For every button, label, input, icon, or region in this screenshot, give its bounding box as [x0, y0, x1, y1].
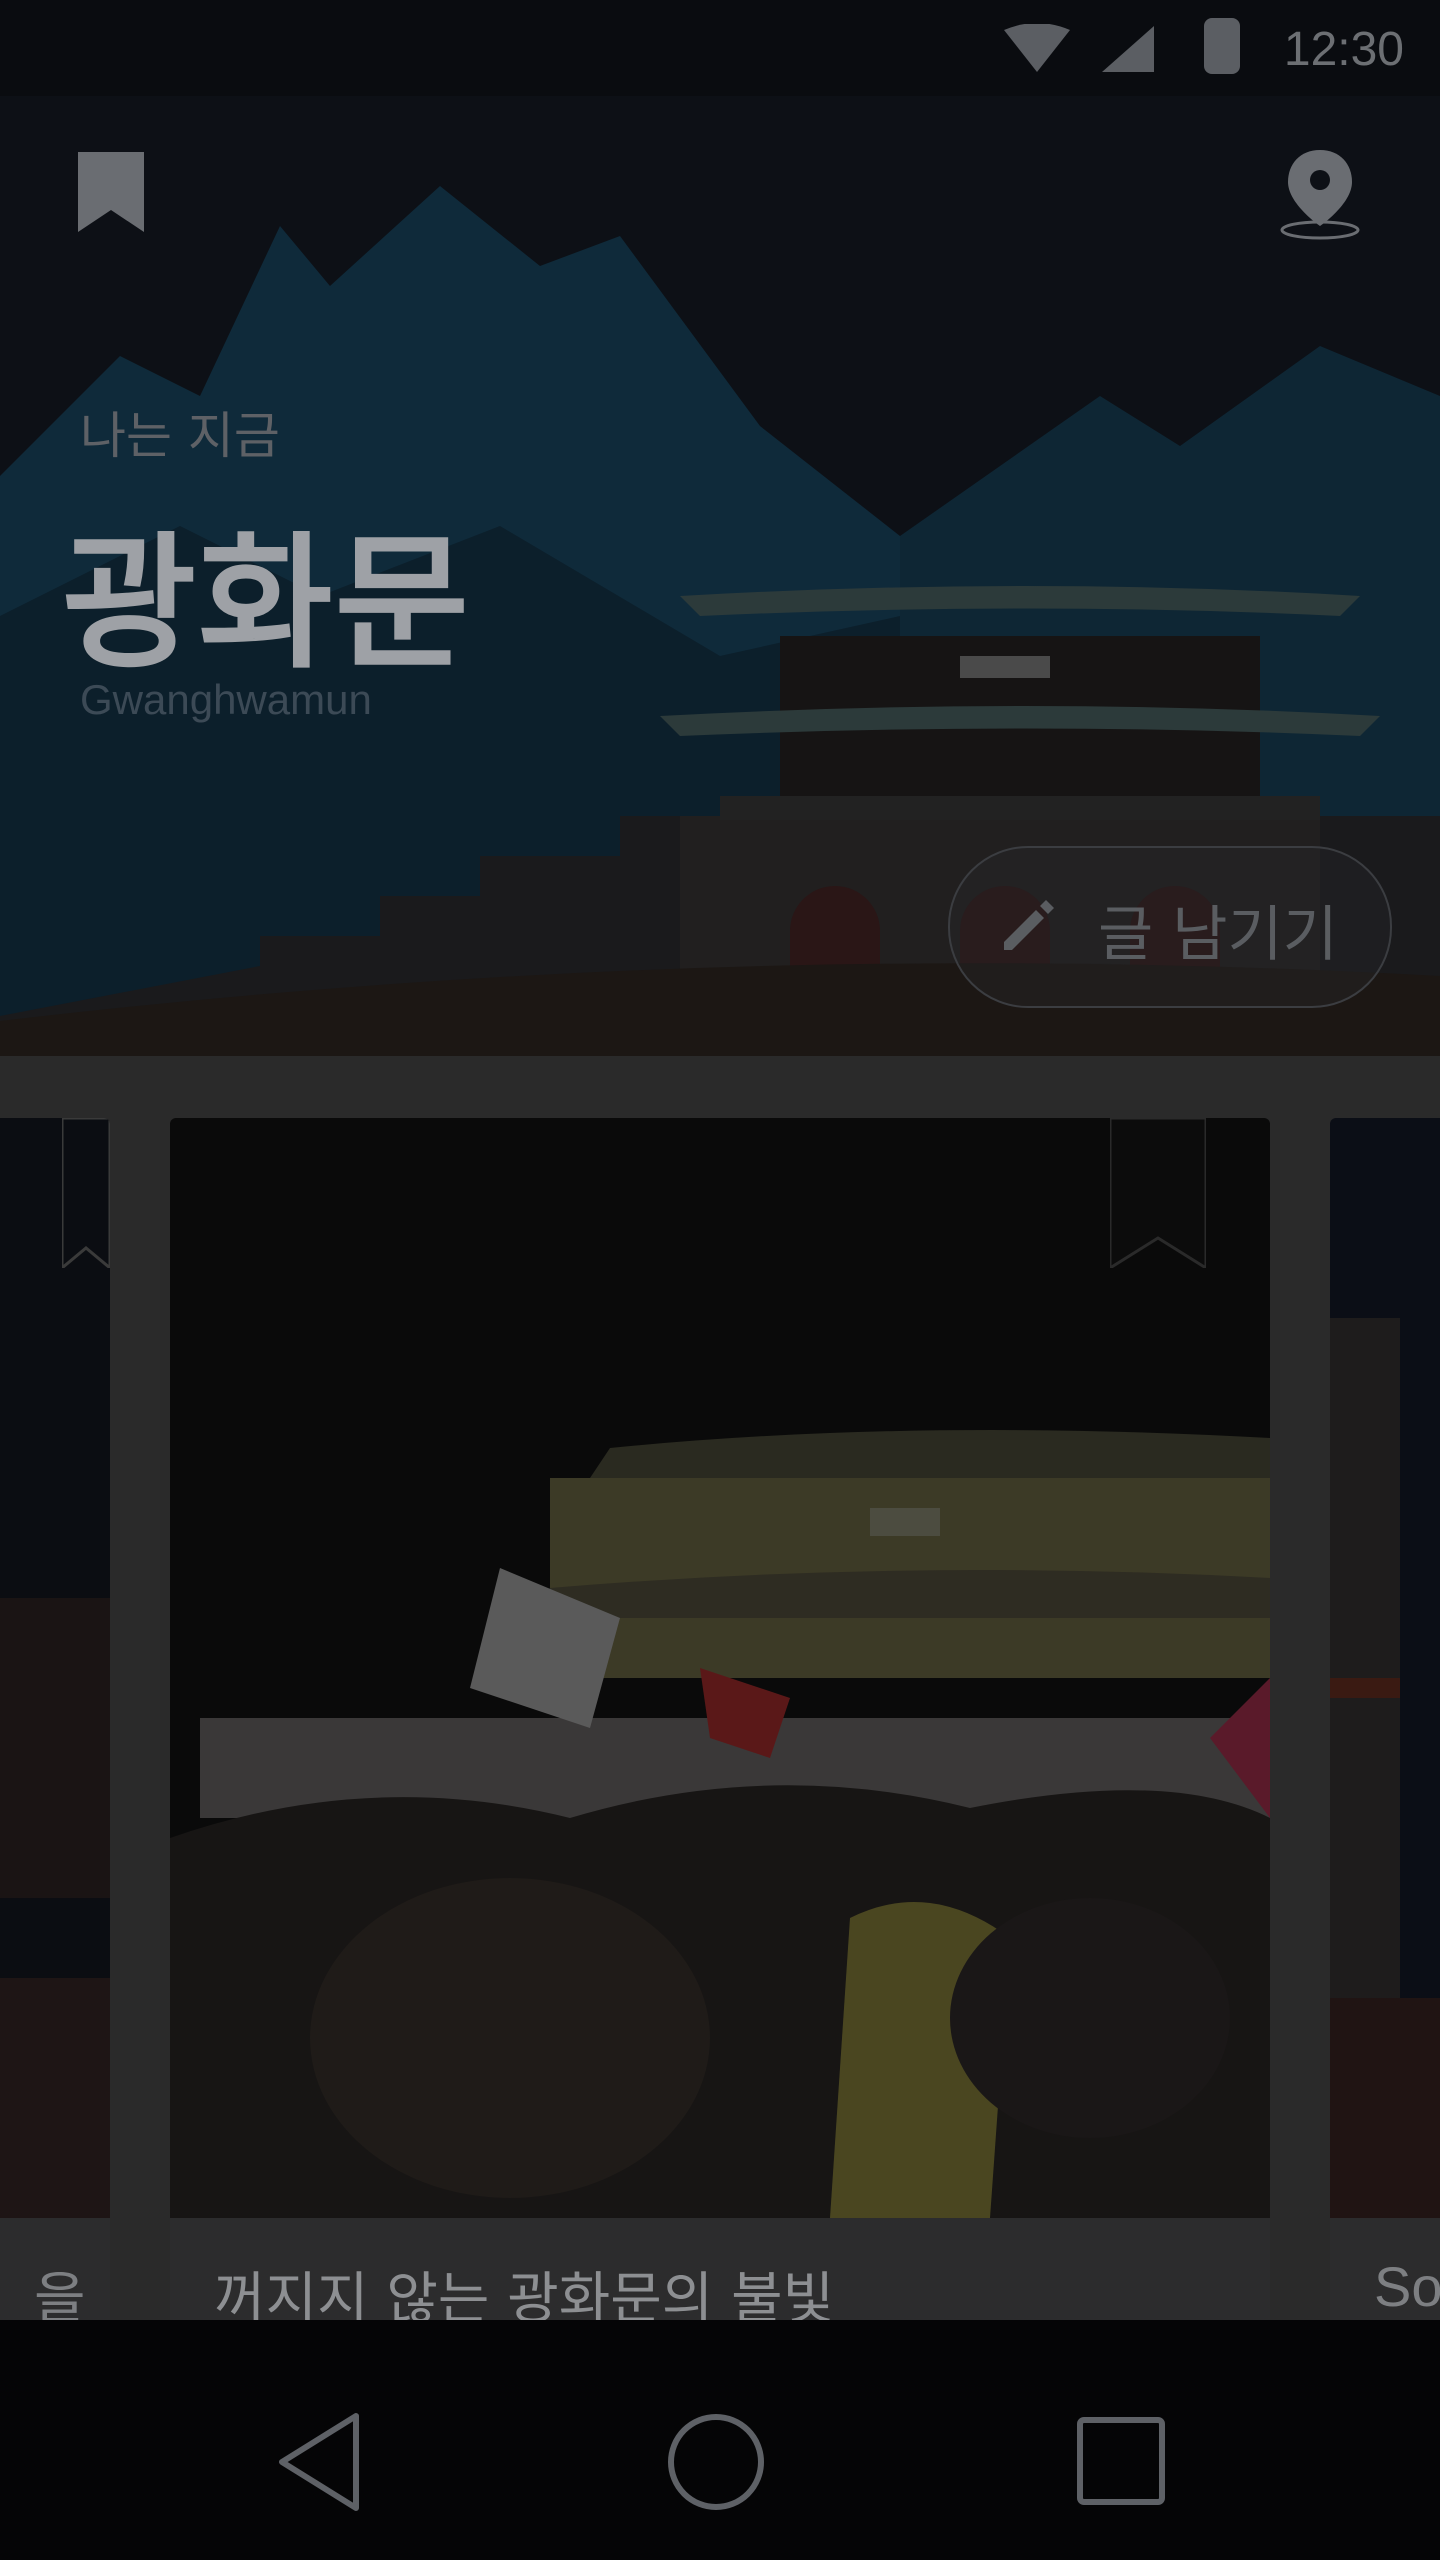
- story-carousel[interactable]: 을 꺼지지 않는 광화문의 불빛 So: [0, 1056, 1440, 2320]
- status-bar: 12:30: [0, 0, 1440, 96]
- status-time: 12:30: [1283, 23, 1404, 76]
- wifi-icon: [1004, 24, 1070, 72]
- recents-icon[interactable]: [1076, 2416, 1166, 2506]
- story-card[interactable]: 꺼지지 않는 광화문의 불빛: [170, 1118, 1270, 2320]
- story-card-image: [0, 1118, 110, 2218]
- bookmark-icon[interactable]: [78, 152, 144, 232]
- cellular-icon: [1102, 26, 1154, 72]
- hero-romanized-name: Gwanghwamun: [80, 676, 372, 723]
- story-card-image: [170, 1118, 1270, 2218]
- hero-header: 나는 지금 광화문 Gwanghwamun 글 남기기: [0, 96, 1440, 1056]
- write-post-label: 글 남기기: [1098, 900, 1338, 970]
- write-post-button[interactable]: 글 남기기: [948, 846, 1392, 1008]
- hero-subtitle: 나는 지금: [80, 407, 280, 465]
- story-card-title: 을: [34, 2267, 86, 2320]
- back-icon[interactable]: [276, 2412, 362, 2512]
- pencil-icon: [1004, 900, 1054, 950]
- story-card-image: [1330, 1118, 1440, 2218]
- bookmark-ribbon-icon[interactable]: [62, 1118, 110, 1268]
- story-card-title: So: [1374, 2255, 1440, 2318]
- story-card-previous[interactable]: 을: [0, 1118, 110, 2320]
- home-icon[interactable]: [666, 2412, 766, 2512]
- story-card-title: 꺼지지 않는 광화문의 불빛: [214, 2267, 835, 2320]
- bookmark-ribbon-icon[interactable]: [1110, 1118, 1206, 1268]
- page-title: 광화문: [62, 519, 471, 689]
- battery-icon: [1204, 18, 1240, 74]
- location-pin-icon[interactable]: [1278, 148, 1362, 240]
- system-navigation-bar: [0, 2320, 1440, 2560]
- story-card-next[interactable]: So: [1330, 1118, 1440, 2320]
